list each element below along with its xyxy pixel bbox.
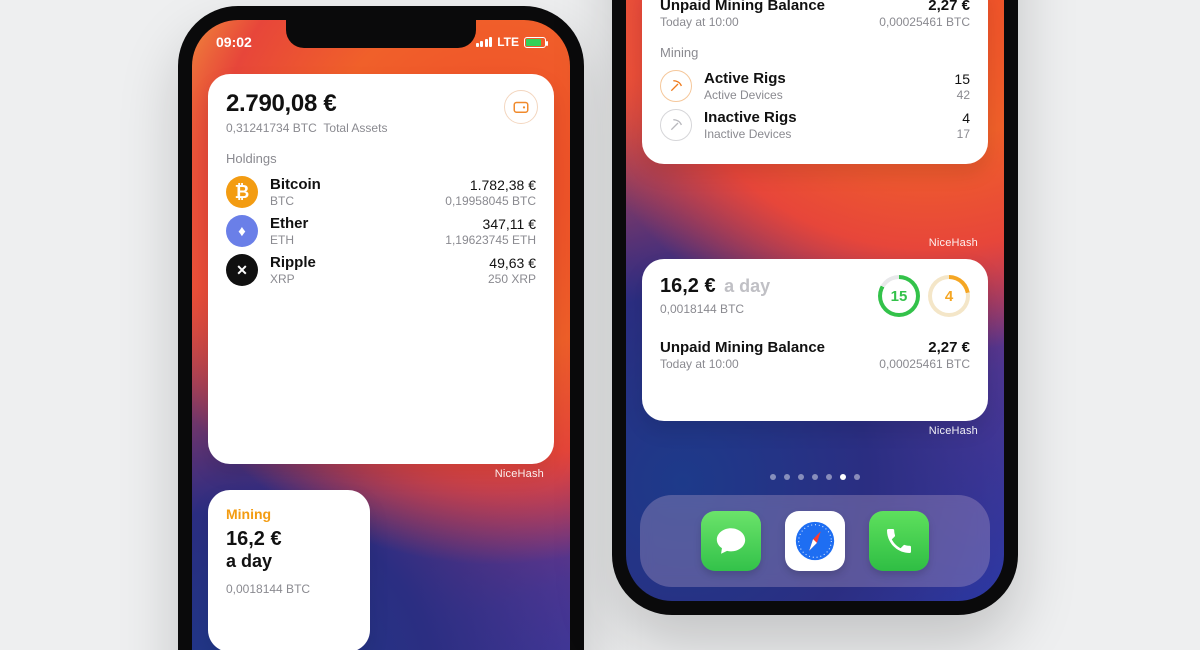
holding-units: 250 XRP (488, 272, 536, 286)
wallet-icon (504, 90, 538, 124)
rigs-subcount: 17 (957, 127, 970, 141)
rigs-name: Active Rigs (704, 70, 954, 87)
page-dots[interactable] (626, 474, 1004, 480)
ethereum-icon: ♦ (226, 215, 258, 247)
rigs-sub: Inactive Devices (704, 127, 957, 141)
dock (640, 495, 990, 587)
holding-row-ripple[interactable]: ✕ Ripple XRP 49,63 € 250 XRP (226, 254, 536, 286)
holding-name: Ether (270, 215, 445, 232)
total-label: Total Assets (323, 121, 387, 135)
holding-row-bitcoin[interactable]: ₿ Bitcoin BTC 1.782,38 € 0,19958045 BTC (226, 176, 536, 208)
pickaxe-icon (660, 70, 692, 102)
rigs-count: 15 (954, 71, 970, 87)
inactive-ring: 4 (928, 275, 970, 317)
daily-unpaid-title: Unpaid Mining Balance (660, 339, 825, 356)
rigs-count: 4 (957, 110, 970, 126)
daily-per: a day (724, 276, 770, 296)
mining-small-fiat: 16,2 € (226, 528, 352, 551)
phone-left-screen: 09:02 LTE 2.790,08 € 0,31241734 BTC Tota… (192, 20, 570, 650)
holdings-title: Holdings (226, 151, 536, 166)
unpaid-time: Today at 10:00 (660, 15, 825, 29)
holding-units: 1,19623745 ETH (445, 233, 536, 247)
mining-stats-widget[interactable]: Unpaid Mining Balance Today at 10:00 2,2… (642, 0, 988, 164)
brand-label: NiceHash (929, 425, 978, 437)
unpaid-title: Unpaid Mining Balance (660, 0, 825, 14)
rigs-sub: Active Devices (704, 88, 954, 102)
daily-fiat: 16,2 € (660, 275, 716, 297)
holding-name: Bitcoin (270, 176, 445, 193)
phone-right: Unpaid Mining Balance Today at 10:00 2,2… (612, 0, 1018, 615)
rigs-subcount: 42 (954, 88, 970, 102)
total-fiat: 2.790,08 € (226, 90, 536, 118)
total-btc: 0,31241734 BTC (226, 121, 317, 135)
holding-fiat: 1.782,38 € (445, 177, 536, 193)
holding-row-ether[interactable]: ♦ Ether ETH 347,11 € 1,19623745 ETH (226, 215, 536, 247)
daily-btc: 0,0018144 BTC (660, 302, 878, 316)
phone-left: 09:02 LTE 2.790,08 € 0,31241734 BTC Tota… (178, 6, 584, 650)
inactive-rigs-row[interactable]: Inactive Rigs Inactive Devices 4 17 (660, 109, 970, 141)
unpaid-row: Unpaid Mining Balance Today at 10:00 2,2… (660, 0, 970, 29)
unpaid-btc: 0,00025461 BTC (879, 15, 970, 29)
signal-icon (476, 37, 493, 47)
safari-app-icon[interactable] (785, 511, 845, 571)
mining-small-title: Mining (226, 506, 352, 522)
active-rigs-row[interactable]: Active Rigs Active Devices 15 42 (660, 70, 970, 102)
ring-value: 15 (891, 288, 908, 305)
holding-fiat: 49,63 € (488, 255, 536, 271)
holding-ticker: ETH (270, 233, 445, 247)
pickaxe-icon (660, 109, 692, 141)
mining-small-widget[interactable]: Mining 16,2 € a day 0,0018144 BTC (208, 490, 370, 650)
holding-ticker: XRP (270, 272, 488, 286)
unpaid-fiat: 2,27 € (879, 0, 970, 14)
ring-value: 4 (945, 288, 953, 305)
daily-unpaid-btc: 0,00025461 BTC (879, 357, 970, 371)
holding-fiat: 347,11 € (445, 216, 536, 232)
daily-unpaid-fiat: 2,27 € (879, 339, 970, 356)
holding-units: 0,19958045 BTC (445, 194, 536, 208)
brand-label: NiceHash (495, 468, 544, 480)
phone-right-screen: Unpaid Mining Balance Today at 10:00 2,2… (626, 0, 1004, 601)
brand-label: NiceHash (929, 237, 978, 249)
ripple-icon: ✕ (226, 254, 258, 286)
rigs-name: Inactive Rigs (704, 109, 957, 126)
mining-section-title: Mining (660, 45, 970, 60)
active-ring: 15 (878, 275, 920, 317)
phone-app-icon[interactable] (869, 511, 929, 571)
bitcoin-icon: ₿ (226, 176, 258, 208)
holding-ticker: BTC (270, 194, 445, 208)
daily-widget[interactable]: 16,2 € a day 0,0018144 BTC 15 4 Unpaid M… (642, 259, 988, 421)
daily-unpaid-time: Today at 10:00 (660, 357, 825, 371)
notch (286, 20, 476, 48)
status-time: 09:02 (216, 34, 252, 50)
total-assets-widget[interactable]: 2.790,08 € 0,31241734 BTC Total Assets H… (208, 74, 554, 464)
mining-small-btc: 0,0018144 BTC (226, 582, 352, 596)
carrier-label: LTE (497, 35, 519, 49)
messages-app-icon[interactable] (701, 511, 761, 571)
mining-small-per: a day (226, 551, 352, 572)
battery-icon (524, 37, 546, 48)
holding-name: Ripple (270, 254, 488, 271)
